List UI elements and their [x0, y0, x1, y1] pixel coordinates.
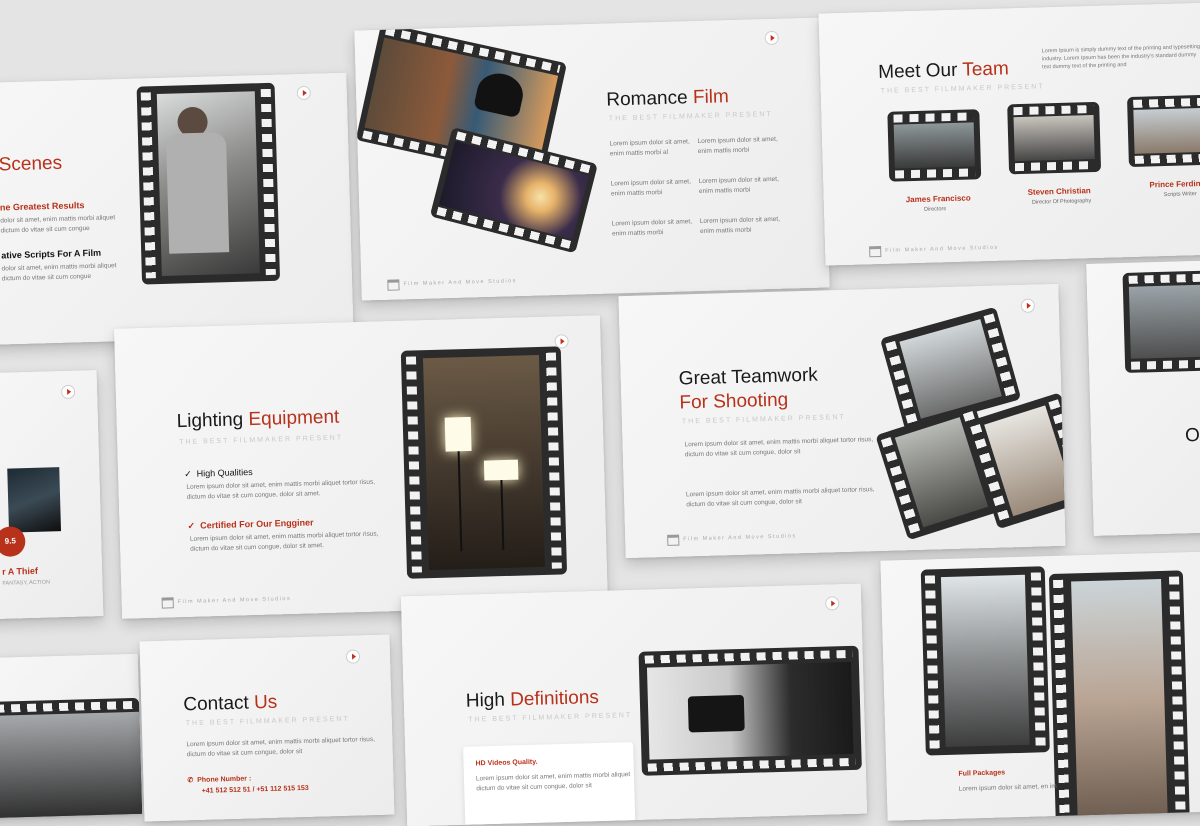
studio-lights-photo [422, 354, 545, 571]
column-text: Lorem ipsum dolor sit amet, enim mattis … [698, 175, 779, 196]
feature-card: HD Videos Quality. Lorem ipsum dolor sit… [463, 742, 636, 826]
clapper-icon [161, 597, 174, 609]
play-icon[interactable] [296, 85, 312, 101]
slide-contact-us[interactable]: Contact Us THE BEST FILMMAKER PRESENT Lo… [139, 634, 395, 822]
feature-text: Lorem ipsum dolor sit amet, enim mattis … [186, 478, 376, 501]
feature-heading: ✓ Certified For Our Engginer [187, 517, 314, 531]
slide-subtitle: THE BEST FILMMAKER PRESENT [608, 110, 773, 123]
check-icon: ✓ [187, 520, 196, 531]
column-text: Lorem ipsum dolor sit amet, enim mattis … [697, 135, 778, 156]
member-name: Steven Christian [1027, 186, 1091, 197]
slide-title: Ou [1184, 424, 1200, 447]
intro-text: Lorem Ipsum is simply dummy text of the … [1041, 43, 1200, 71]
slide-bottom-left[interactable] [0, 653, 143, 819]
section-text: dolor sit amet, enim mattis morbi alique… [0, 214, 116, 235]
section-heading: ne Greatest Results [0, 200, 85, 213]
slide-subtitle: THE BEST FILMMAKER PRESENT [179, 434, 344, 447]
film-strip-photo [920, 566, 1050, 756]
film-strip-photo [429, 126, 598, 254]
package-text: Lorem ipsum dolor sit amet, en im [958, 782, 1057, 793]
slide-movie-thief[interactable]: 9.5 r A Thief FANTASY, ACTION [0, 370, 104, 620]
camera-rig-photo [940, 574, 1030, 748]
movie-genre: FANTASY, ACTION [2, 579, 51, 587]
member-name: Prince Ferdin [1149, 179, 1200, 190]
slide-subtitle: THE BEST FILMMAKER PRESENT [880, 83, 1045, 95]
slide-title: Meet Our Team [877, 58, 1010, 83]
team-photo-frame [887, 109, 982, 182]
slide-subtitle: THE BEST FILMMAKER PRESENT [468, 712, 633, 724]
slide-title: Romance Film [606, 86, 730, 111]
member-name: James Francisco [905, 193, 971, 205]
section-text: dolor sit amet, enim mattis morbi alique… [1, 262, 117, 283]
phone-value[interactable]: +41 512 512 51 / +51 112 515 153 [202, 785, 309, 795]
clapper-icon [387, 279, 400, 291]
slide-lighting-equipment[interactable]: Lighting Equipment THE BEST FILMMAKER PR… [114, 315, 608, 619]
slide-full-packages[interactable]: Full Packages Lorem ipsum dolor sit amet… [880, 551, 1200, 821]
slide-scenes[interactable]: Scenes ne Greatest Results dolor sit ame… [0, 72, 354, 346]
cameraman-photo [646, 661, 854, 760]
film-strip-photo [1048, 570, 1190, 821]
phone-label: ✆ Phone Number : [187, 775, 252, 785]
clapper-icon [667, 534, 680, 546]
team-photo-frame [1007, 101, 1102, 175]
member-role: Scripts Writer [1163, 191, 1197, 199]
section-heading: ative Scripts For A Film [1, 247, 102, 261]
column-text: Lorem ipsum dolor sit amet, enim mattis … [699, 215, 781, 236]
slide-high-definitions[interactable]: High Definitions THE BEST FILMMAKER PRES… [400, 583, 868, 826]
film-strip-photo [400, 346, 568, 579]
slide-romance-film[interactable]: Romance Film THE BEST FILMMAKER PRESENT … [354, 17, 830, 301]
slide-title: Lighting Equipment [176, 406, 340, 433]
play-icon[interactable] [825, 596, 840, 611]
slide-right-edge[interactable]: Ou [1086, 260, 1200, 536]
paragraph-text: Lorem ipsum dolor sit amet, enim mattis … [684, 436, 874, 459]
slide-title: Great Teamwork [678, 364, 819, 390]
slide-meet-our-team[interactable]: Meet Our Team THE BEST FILMMAKER PRESENT… [818, 2, 1200, 266]
slide-title-accent: For Shooting [679, 389, 789, 414]
footer-text: Film Maker And Move Studios [683, 533, 797, 543]
package-heading: Full Packages [958, 769, 1006, 778]
card-heading: HD Videos Quality. [475, 758, 538, 768]
clapper-icon [869, 245, 882, 258]
grip-crew-photo [1071, 578, 1168, 821]
footer-text: Film Maker And Move Studios [403, 278, 518, 288]
slide-title: Scenes [0, 152, 63, 176]
play-icon[interactable] [345, 649, 361, 664]
column-text: Lorem ipsum dolor sit amet, enim mattis … [609, 138, 690, 158]
film-crew-photo [0, 711, 143, 819]
camera-operator-photo [156, 91, 260, 276]
play-icon[interactable] [60, 384, 76, 400]
member-role: Directors [923, 206, 947, 213]
slide-title: High Definitions [465, 686, 600, 712]
film-strip-photo [136, 82, 281, 285]
paragraph-text: Lorem ipsum dolor sit amet, enim mattis … [685, 486, 875, 509]
film-strip-photo [638, 645, 862, 776]
slide-subtitle: THE BEST FILMMAKER PRESENT [185, 715, 350, 728]
check-icon: ✓ [183, 468, 192, 479]
footer-text: Film Maker And Move Studios [177, 596, 292, 606]
phone-icon: ✆ [187, 777, 194, 785]
slide-great-teamwork[interactable]: Great Teamwork For Shooting THE BEST FIL… [618, 283, 1066, 559]
feature-heading: ✓ High Qualities [183, 467, 253, 479]
girl-with-moon-photo [438, 141, 589, 240]
member-role: Director Of Photography [1031, 198, 1092, 206]
card-text: Lorem ipsum dolor sit amet, enim mattis … [475, 771, 631, 793]
slide-subtitle: THE BEST FILMMAKER PRESENT [681, 413, 846, 426]
footer-text: Film Maker And Move Studios [885, 244, 999, 254]
paragraph-text: Lorem ipsum dolor sit amet, enim mattis … [186, 735, 376, 759]
movie-poster-photo [7, 467, 62, 533]
column-text: Lorem ipsum dolor sit amet, enim mattis … [610, 178, 691, 198]
movie-title: r A Thief [1, 565, 39, 577]
play-icon[interactable] [764, 30, 779, 46]
team-photo-frame [1127, 94, 1200, 168]
film-strip-photo [0, 697, 143, 819]
slide-title: Contact Us [183, 691, 278, 716]
film-strip-photo [1122, 269, 1200, 373]
column-text: Lorem ipsum dolor sit amet, enim mattis … [611, 218, 693, 238]
feature-text: Lorem ipsum dolor sit amet, enim mattis … [189, 530, 379, 553]
play-icon[interactable] [1020, 298, 1036, 313]
